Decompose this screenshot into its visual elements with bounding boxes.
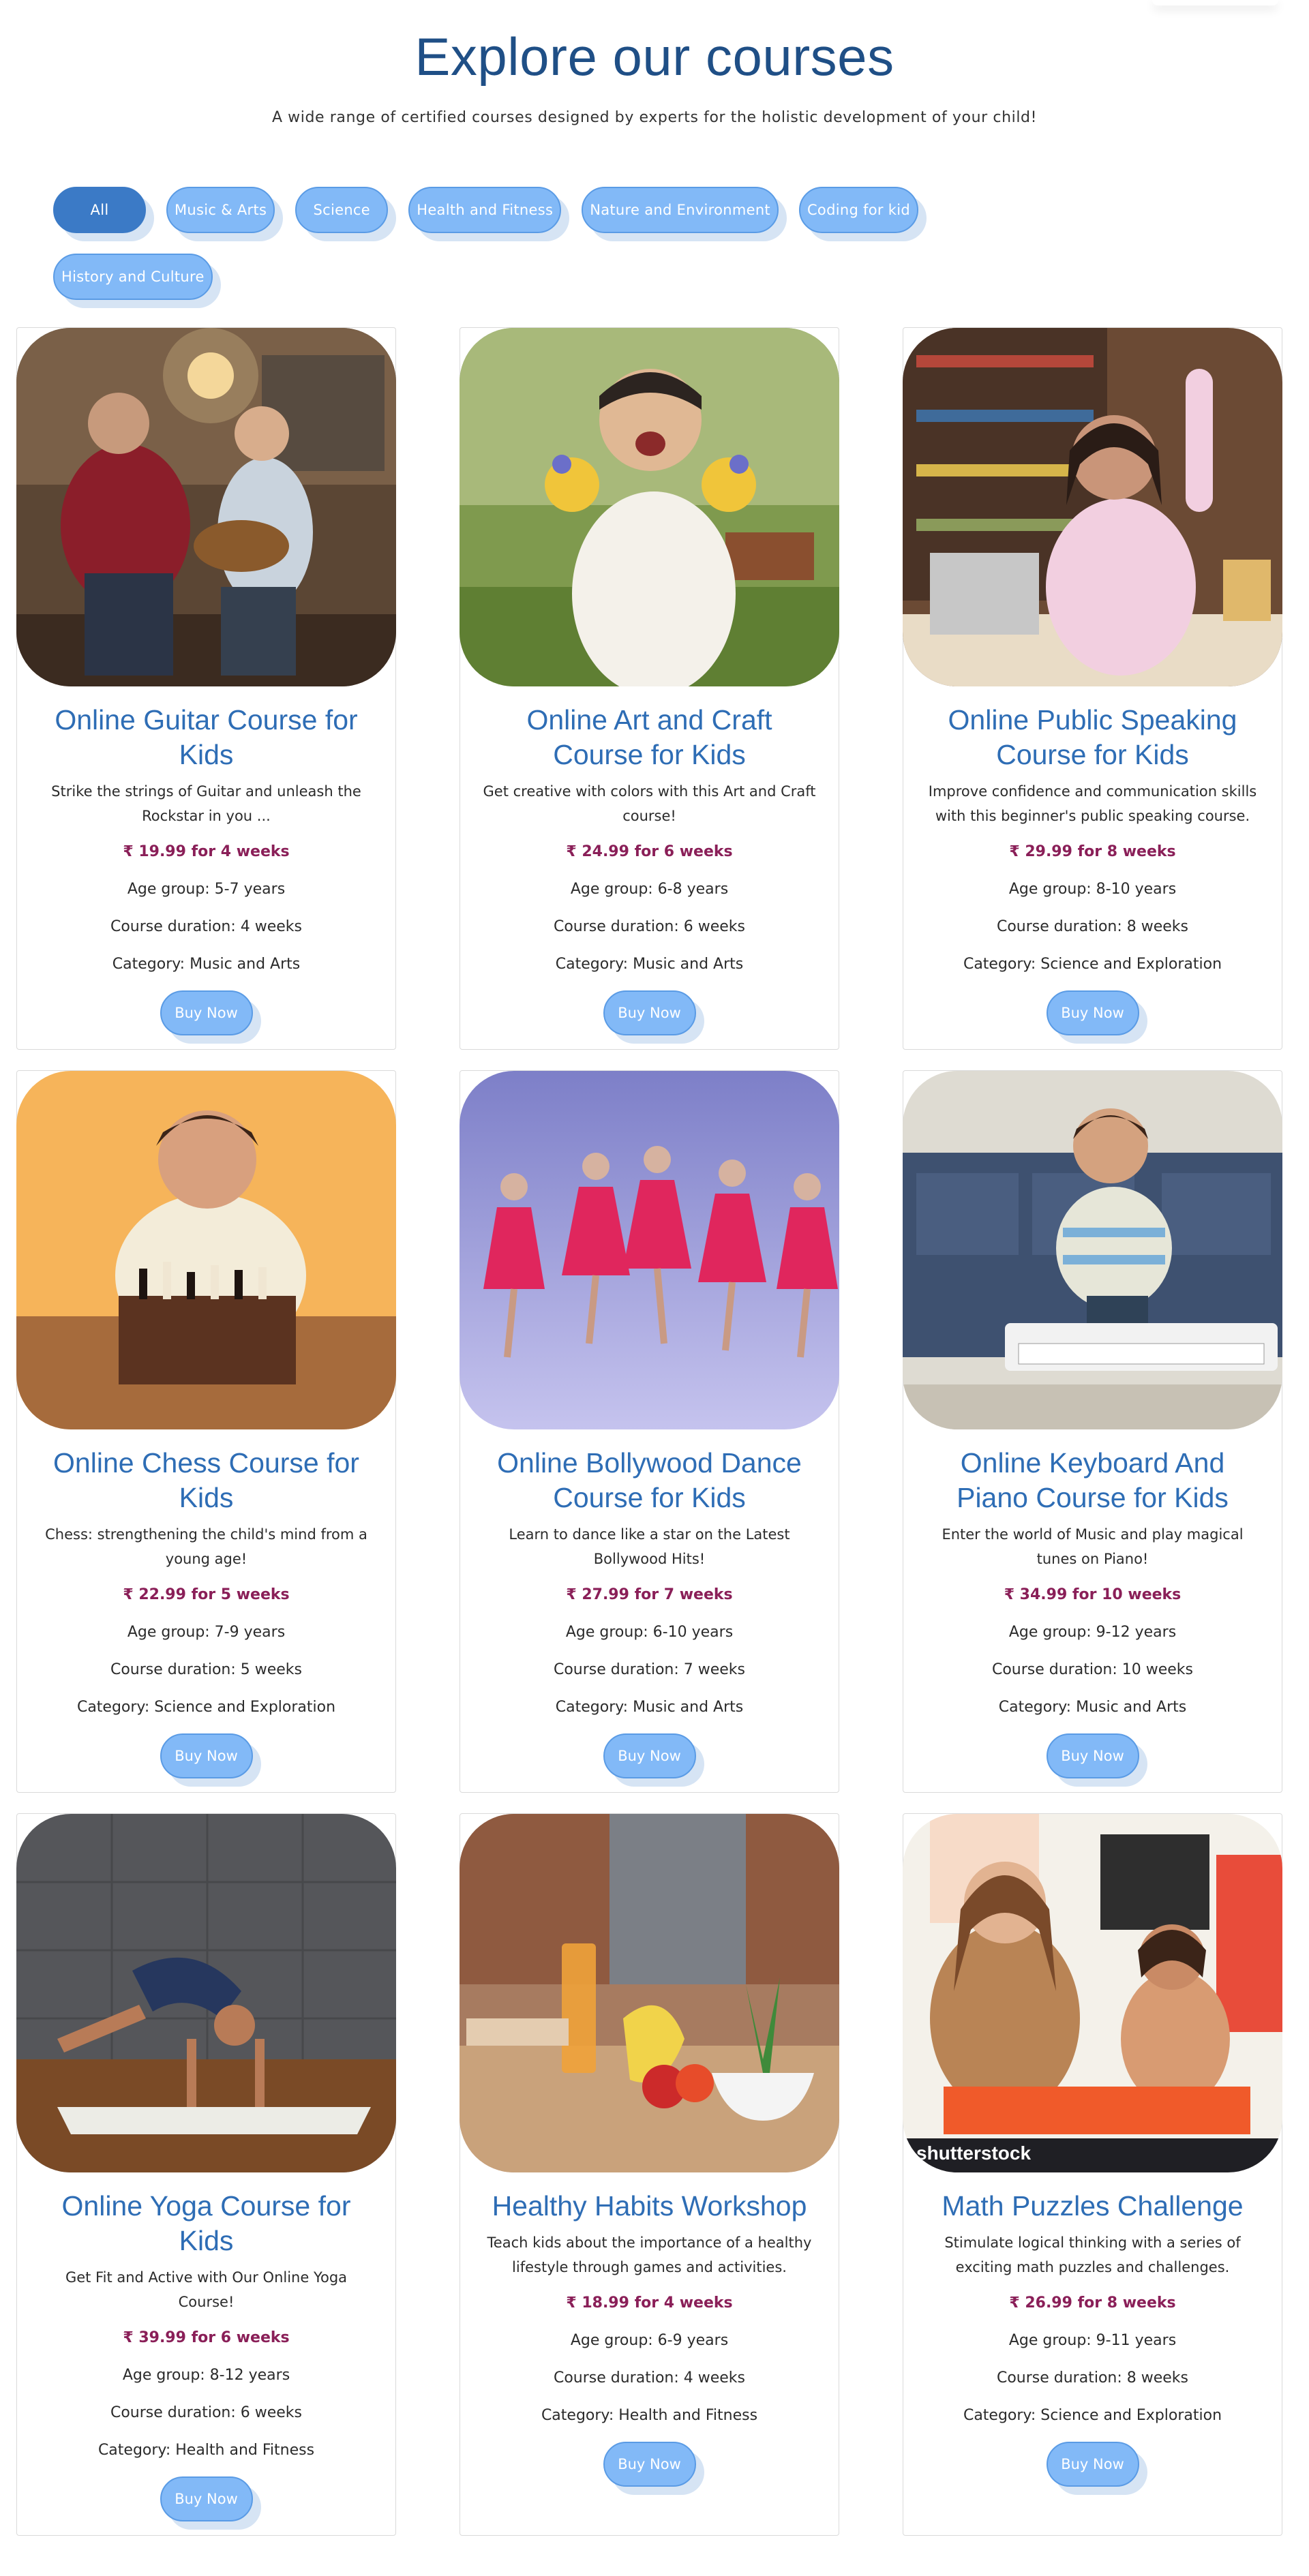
course-card-bollywood-dance: Online Bollywood Dance Course for Kids L… [460,1070,839,1793]
course-price: ₹ 22.99 for 5 weeks [123,1586,290,1603]
course-title: Online Keyboard And Piano Course for Kid… [957,1447,1229,1513]
course-age-group: Age group: 8-12 years [122,2367,290,2384]
course-age-group: Age group: 6-10 years [565,1624,734,1641]
filter-history-culture[interactable]: History and Culture [53,254,213,300]
buy-now-button[interactable]: Buy Now [603,1733,696,1778]
course-title: Online Yoga Course for Kids [61,2190,351,2256]
dancing-girls-image [460,1071,839,1429]
watermark-text: shutterstock [916,2142,1032,2164]
course-description: Get Fit and Active with Our Online Yoga … [65,2269,348,2310]
filter-nature-environment[interactable]: Nature and Environment [582,187,779,233]
course-age-group: Age group: 7-9 years [127,1624,286,1641]
course-description: Get creative with colors with this Art a… [483,783,816,824]
buy-now-button[interactable]: Buy Now [1046,1733,1139,1778]
course-title: Online Bollywood Dance Course for Kids [497,1447,802,1513]
course-description: Stimulate logical thinking with a series… [944,2234,1241,2275]
course-price: ₹ 18.99 for 4 weeks [566,2294,733,2312]
course-duration: Course duration: 5 weeks [110,1661,303,1678]
buy-now-button[interactable]: Buy Now [603,2442,696,2487]
course-card-math-puzzles: shutterstock Math Puzzles Challenge Stim… [903,1813,1282,2536]
course-category: Category: Science and Exploration [963,956,1222,973]
buy-now-button[interactable]: Buy Now [160,1733,253,1778]
course-duration: Course duration: 6 weeks [553,918,746,935]
course-card-healthy-habits: Healthy Habits Workshop Teach kids about… [460,1813,839,2536]
course-card-yoga: Online Yoga Course for Kids Get Fit and … [16,1813,396,2536]
course-duration: Course duration: 4 weeks [110,918,303,935]
course-description: Teach kids about the importance of a hea… [487,2234,812,2275]
course-category: Category: Music and Arts [555,956,744,973]
page-subtitle: A wide range of certified courses design… [271,109,1038,126]
filter-all[interactable]: All [53,187,146,233]
filter-coding-for-kid[interactable]: Coding for kid [798,187,919,233]
page-title: Explore our courses [415,27,894,87]
course-price: ₹ 39.99 for 6 weeks [123,2329,290,2346]
buy-now-button[interactable]: Buy Now [1046,2442,1139,2487]
course-category: Category: Science and Exploration [963,2407,1222,2424]
course-duration: Course duration: 7 weeks [553,1661,746,1678]
course-description: Enter the world of Music and play magica… [942,1526,1244,1567]
course-grid: Online Guitar Course for Kids Strike the… [16,327,1282,2536]
course-title: Online Art and Craft Course for Kids [526,704,772,770]
course-category: Category: Health and Fitness [541,2407,758,2424]
course-duration: Course duration: 6 weeks [110,2404,303,2421]
course-description: Improve confidence and communication ski… [928,783,1257,824]
course-card-keyboard-piano: Online Keyboard And Piano Course for Kid… [903,1070,1282,1793]
mother-daughter-puzzle-image: shutterstock [903,1814,1282,2172]
course-title: Online Chess Course for Kids [53,1447,359,1513]
yoga-pose-image [16,1814,396,2172]
course-price: ₹ 26.99 for 8 weeks [1009,2294,1176,2312]
course-category: Category: Music and Arts [555,1699,744,1716]
course-age-group: Age group: 9-11 years [1008,2332,1177,2349]
boy-with-chess-image [16,1071,396,1429]
top-right-shadow [1152,0,1278,5]
course-card-guitar: Online Guitar Course for Kids Strike the… [16,327,396,1050]
course-category: Category: Music and Arts [112,956,301,973]
course-duration: Course duration: 8 weeks [996,2369,1189,2386]
course-price: ₹ 29.99 for 8 weeks [1009,843,1176,860]
course-age-group: Age group: 6-9 years [570,2332,729,2349]
course-age-group: Age group: 8-10 years [1008,881,1177,898]
buy-now-button[interactable]: Buy Now [160,2476,253,2521]
course-title: Online Public Speaking Course for Kids [948,704,1237,770]
course-price: ₹ 19.99 for 4 weeks [123,843,290,860]
course-description: Learn to dance like a star on the Latest… [509,1526,790,1567]
buy-now-button[interactable]: Buy Now [603,990,696,1035]
course-duration: Course duration: 10 weeks [991,1661,1194,1678]
fruits-juice-image [460,1814,839,2172]
course-price: ₹ 27.99 for 7 weeks [566,1586,733,1603]
painted-hands-image [460,328,839,686]
course-age-group: Age group: 6-8 years [570,881,729,898]
course-card-chess: Online Chess Course for Kids Chess: stre… [16,1070,396,1793]
course-age-group: Age group: 5-7 years [127,881,286,898]
course-card-art-craft: Online Art and Craft Course for Kids Get… [460,327,839,1050]
course-description: Strike the strings of Guitar and unleash… [51,783,361,824]
course-category: Category: Science and Exploration [76,1699,336,1716]
boy-keyboard-image [903,1071,1282,1429]
course-age-group: Age group: 9-12 years [1008,1624,1177,1641]
category-filters: All Music & Arts Science Health and Fitn… [53,187,994,300]
course-title: Healthy Habits Workshop [492,2190,807,2222]
buy-now-button[interactable]: Buy Now [1046,990,1139,1035]
filter-health-fitness[interactable]: Health and Fitness [408,187,562,233]
course-duration: Course duration: 8 weeks [996,918,1189,935]
course-card-public-speaking: Online Public Speaking Course for Kids I… [903,327,1282,1050]
course-title: Online Guitar Course for Kids [55,704,358,770]
course-title: Math Puzzles Challenge [942,2190,1244,2222]
course-category: Category: Health and Fitness [97,2442,315,2459]
girl-raising-hand-image [903,328,1282,686]
buy-now-button[interactable]: Buy Now [160,990,253,1035]
course-category: Category: Music and Arts [998,1699,1187,1716]
course-duration: Course duration: 4 weeks [553,2369,746,2386]
filter-music-arts[interactable]: Music & Arts [166,187,275,233]
filter-science[interactable]: Science [295,187,389,233]
course-description: Chess: strengthening the child's mind fr… [45,1526,367,1567]
course-price: ₹ 24.99 for 6 weeks [566,843,733,860]
guitar-lesson-image [16,328,396,686]
course-price: ₹ 34.99 for 10 weeks [1004,1586,1182,1603]
